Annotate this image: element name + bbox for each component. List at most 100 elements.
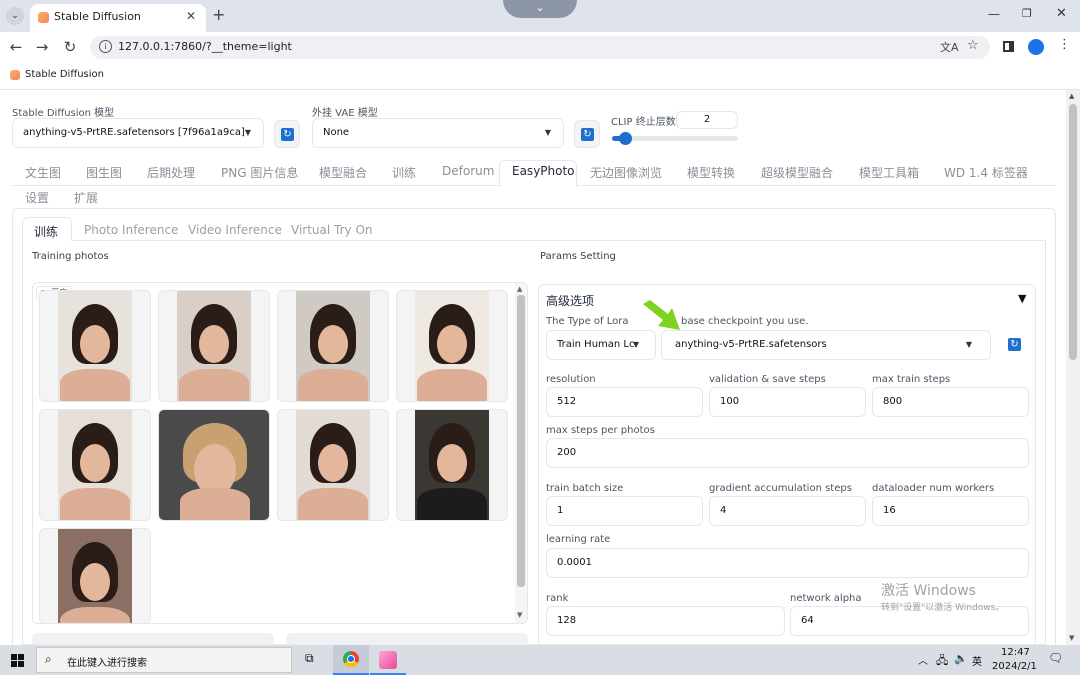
training-photo[interactable] — [158, 409, 270, 521]
address-bar[interactable]: i 127.0.0.1:7860/?__theme=light 文A ☆ — [90, 36, 990, 59]
workers-input[interactable]: 16 — [872, 496, 1029, 526]
sub-tab-train[interactable]: 训练 — [34, 223, 58, 240]
tab-txt2img[interactable]: 文生图 — [25, 164, 61, 181]
tab-img2img[interactable]: 图生图 — [86, 164, 122, 181]
info-icon[interactable]: i — [99, 40, 112, 53]
val-steps-input[interactable]: 100 — [709, 387, 866, 417]
training-photo[interactable] — [396, 409, 508, 521]
reload-icon[interactable]: ↻ — [60, 37, 80, 57]
tab-overlay-chevron[interactable]: ⌄ — [503, 0, 577, 18]
vae-refresh-button[interactable]: ↻ — [574, 120, 600, 148]
lr-input[interactable]: 0.0001 — [546, 548, 1029, 578]
sub-tab-virtual-try-on[interactable]: Virtual Try On — [291, 223, 373, 237]
shoulder-shape — [417, 488, 487, 520]
scroll-down-icon[interactable]: ▼ — [517, 611, 522, 619]
training-photo[interactable] — [277, 290, 389, 402]
tray-chevron-icon[interactable]: ︿ — [918, 652, 928, 667]
clip-number-input[interactable]: 2 — [676, 111, 738, 129]
profile-avatar[interactable] — [1028, 39, 1044, 55]
clip-slider-thumb[interactable] — [618, 132, 632, 145]
task-view-icon[interactable]: ⧉ — [305, 651, 314, 666]
menu-icon[interactable]: ⋮ — [1058, 37, 1071, 52]
scroll-down-icon[interactable]: ▼ — [1069, 634, 1074, 642]
taskbar-search-placeholder: 在此键入进行搜索 — [67, 658, 147, 669]
accordion-toggle-icon[interactable]: ▼ — [1018, 292, 1026, 305]
gallery-action-button-right[interactable] — [286, 633, 528, 645]
training-gallery[interactable]: ▣ 画廊 ▲ ▼ — [32, 282, 528, 624]
clock-date[interactable]: 2024/2/1 — [992, 661, 1037, 672]
network-icon[interactable]: 🖧 — [936, 652, 948, 671]
star-icon[interactable]: ☆ — [967, 38, 979, 53]
app-taskbar-button[interactable] — [370, 645, 406, 675]
accordion-title[interactable]: 高级选项 — [546, 292, 594, 309]
batch-input[interactable]: 1 — [546, 496, 703, 526]
restore-icon[interactable]: ❐ — [1022, 7, 1032, 20]
scroll-up-icon[interactable]: ▲ — [1069, 92, 1074, 100]
rank-input[interactable]: 128 — [546, 606, 785, 636]
checkpoint-dropdown[interactable]: anything-v5-PrtRE.safetensors ▼ — [661, 330, 991, 360]
checkpoint-label: base checkpoint you use. — [681, 316, 809, 327]
training-photo[interactable] — [39, 290, 151, 402]
tab-train[interactable]: 训练 — [392, 164, 416, 181]
dropdown-arrow-icon: ▼ — [544, 128, 551, 137]
volume-icon[interactable]: 🔈 — [954, 652, 968, 665]
tab-super-merge[interactable]: 超级模型融合 — [761, 164, 833, 181]
max-per-photo-input[interactable]: 200 — [546, 438, 1029, 468]
grad-acc-input[interactable]: 4 — [709, 496, 866, 526]
sd-model-refresh-button[interactable]: ↻ — [274, 120, 300, 148]
training-photo[interactable] — [158, 290, 270, 402]
gallery-action-button-left[interactable] — [32, 633, 274, 645]
training-photo[interactable] — [277, 409, 389, 521]
scroll-up-icon[interactable]: ▲ — [517, 285, 522, 293]
sd-model-dropdown[interactable]: anything-v5-PrtRE.safetensors [7f96a1a9c… — [12, 118, 264, 148]
tab-infinite-browser[interactable]: 无边图像浏览 — [590, 164, 662, 181]
side-panel-icon[interactable] — [1003, 41, 1014, 52]
window-close-icon[interactable]: ✕ — [1056, 6, 1067, 21]
resolution-input[interactable]: 512 — [546, 387, 703, 417]
tab-easyphoto[interactable]: EasyPhoto — [512, 164, 575, 178]
tab-png-info[interactable]: PNG 图片信息 — [221, 164, 298, 181]
translate-icon[interactable]: 文A — [940, 39, 959, 55]
training-photo[interactable] — [39, 409, 151, 521]
close-icon[interactable]: ✕ — [186, 9, 196, 23]
tab-extensions[interactable]: 扩展 — [74, 189, 98, 206]
clip-slider-track[interactable] — [612, 132, 738, 145]
tab-model-convert[interactable]: 模型转换 — [687, 164, 735, 181]
gallery-scrollbar[interactable]: ▲ ▼ — [515, 283, 527, 623]
page-scroll-thumb[interactable] — [1069, 104, 1077, 360]
tab-deforum[interactable]: Deforum — [442, 164, 494, 178]
val-steps-label: validation & save steps — [709, 374, 826, 385]
new-tab-icon[interactable]: + — [212, 5, 225, 24]
input-language[interactable]: 英 — [972, 653, 982, 668]
chrome-taskbar-button[interactable] — [333, 645, 369, 675]
sub-tab-photo-inference[interactable]: Photo Inference — [84, 223, 178, 237]
browser-tab[interactable]: Stable Diffusion ✕ — [30, 4, 206, 32]
minimize-icon[interactable]: — — [988, 7, 1000, 21]
page-scrollbar[interactable]: ▲ ▼ — [1066, 90, 1080, 645]
max-train-input[interactable]: 800 — [872, 387, 1029, 417]
clock-time[interactable]: 12:47 — [1001, 647, 1030, 658]
tab-settings[interactable]: 设置 — [25, 189, 49, 206]
notification-icon[interactable]: 🗨 — [1048, 651, 1063, 665]
start-tile — [11, 654, 17, 660]
vae-dropdown[interactable]: None ▼ — [312, 118, 564, 148]
tab-model-toolkit[interactable]: 模型工具箱 — [859, 164, 919, 181]
training-photo[interactable] — [396, 290, 508, 402]
windows-start-icon[interactable] — [11, 654, 24, 667]
url-text[interactable]: 127.0.0.1:7860/?__theme=light — [118, 40, 292, 53]
photo-image — [58, 410, 132, 520]
forward-icon[interactable]: → — [32, 37, 52, 57]
checkpoint-refresh-button[interactable]: ↻ — [1003, 333, 1027, 357]
gallery-scroll-thumb[interactable] — [517, 295, 525, 587]
tab-merge[interactable]: 模型融合 — [319, 164, 367, 181]
lora-type-dropdown[interactable]: Train Human Lc ▼ — [546, 330, 656, 360]
sub-tab-video-inference[interactable]: Video Inference — [188, 223, 282, 237]
shoulder-shape — [298, 488, 368, 520]
training-photo[interactable] — [39, 528, 151, 623]
refresh-icon: ↻ — [581, 128, 594, 141]
back-icon[interactable]: ← — [6, 37, 26, 57]
tab-wd-tagger[interactable]: WD 1.4 标签器 — [944, 164, 1028, 181]
taskbar-search-box[interactable]: ⌕ 在此键入进行搜索 — [36, 647, 292, 673]
tab-search-button[interactable]: ⌄ — [6, 7, 24, 25]
tab-extras[interactable]: 后期处理 — [147, 164, 195, 181]
